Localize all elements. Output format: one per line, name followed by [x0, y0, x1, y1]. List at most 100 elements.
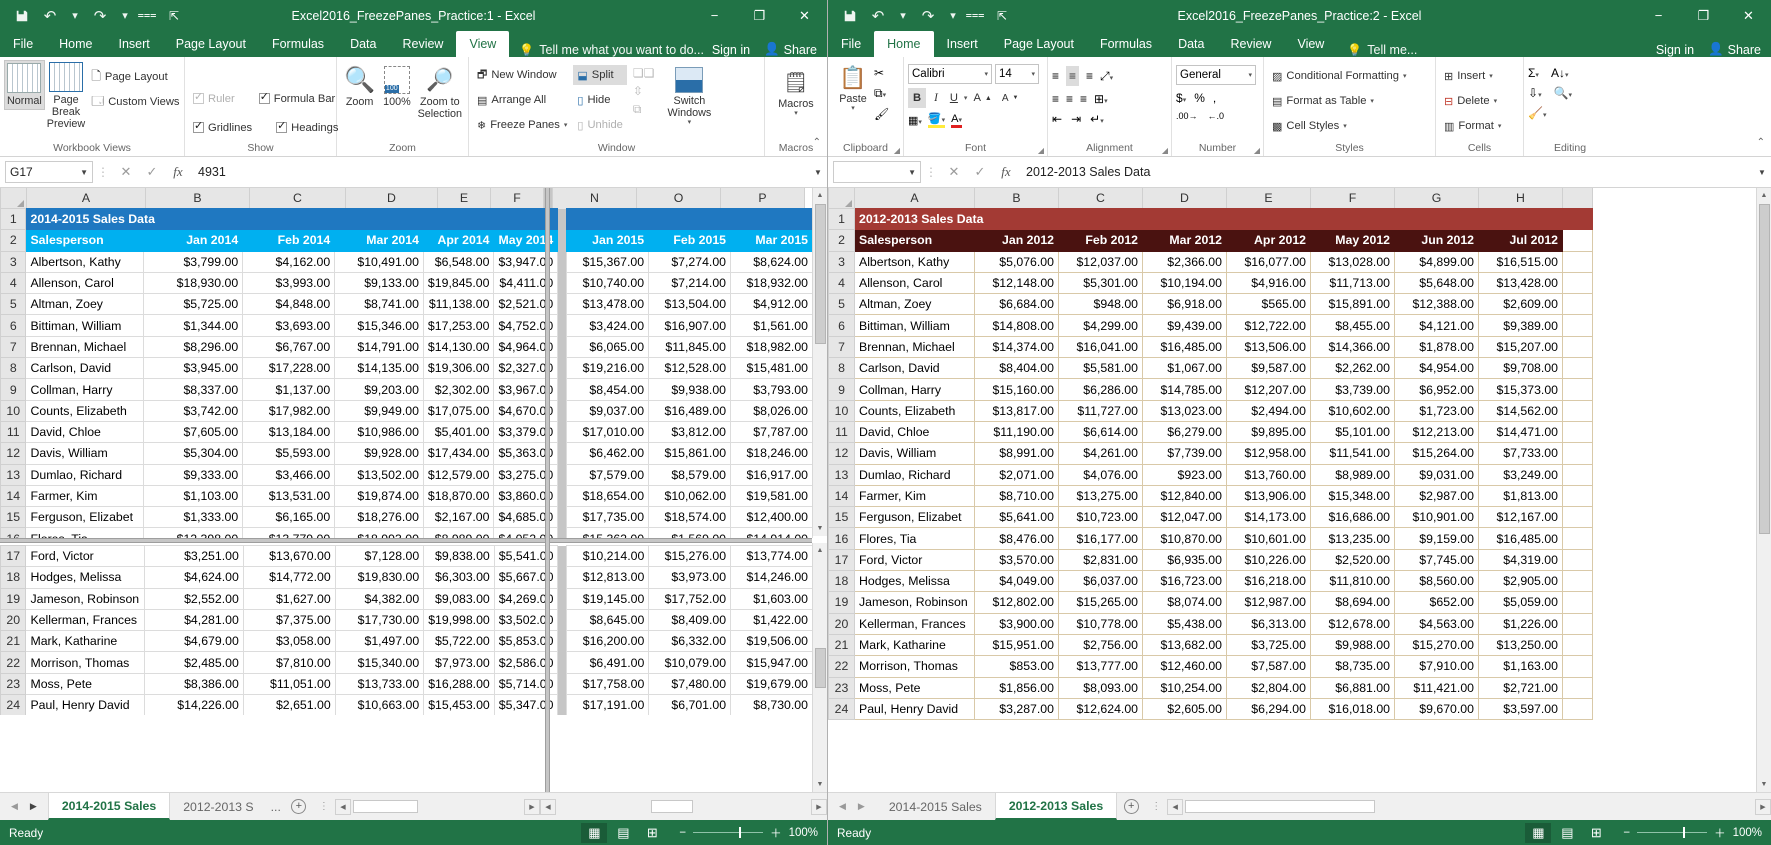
tab-home-left[interactable]: Home: [46, 31, 105, 57]
grid-cell[interactable]: $8,026.00: [731, 400, 813, 421]
hscroll-left-arrow-pane1-left[interactable]: ◀: [335, 799, 351, 815]
grid-cell[interactable]: $1,603.00: [731, 588, 813, 609]
table-row[interactable]: 7Brennan, Michael$14,374.00$16,041.00$16…: [829, 336, 1593, 357]
sheet-tab-2014-2015-right[interactable]: 2014-2015 Sales: [876, 793, 995, 820]
grid-cell[interactable]: $1,561.00: [731, 315, 813, 336]
grid-cell[interactable]: Albertson, Kathy: [855, 251, 975, 272]
grid-cell[interactable]: $3,973.00: [649, 567, 731, 588]
format-painter-icon[interactable]: 🖌: [874, 107, 889, 121]
rowhdr[interactable]: 5: [1, 294, 26, 315]
grid-cell[interactable]: $15,362.00: [567, 528, 649, 538]
grid-cell[interactable]: $6,165.00: [243, 507, 335, 528]
grid-cell[interactable]: $8,624.00: [731, 251, 813, 272]
grid-cell[interactable]: Collman, Harry: [26, 379, 144, 400]
grid-cell[interactable]: $19,581.00: [731, 485, 813, 506]
grid-cell[interactable]: $3,251.00: [145, 546, 244, 567]
grid-cell[interactable]: $4,261.00: [1059, 443, 1143, 464]
zoom-level-left[interactable]: 100%: [789, 827, 818, 839]
table-row[interactable]: 8Carlson, David$8,404.00$5,581.00$1,067.…: [829, 358, 1593, 379]
grid-cell[interactable]: $1,813.00: [1479, 485, 1563, 506]
hide-button[interactable]: ▯ Hide: [573, 90, 627, 110]
grid-cell[interactable]: $12,528.00: [649, 358, 731, 379]
grid-cell[interactable]: $15,265.00: [1059, 592, 1143, 613]
grid-cell[interactable]: $14,130.00: [423, 336, 494, 357]
grid-cell[interactable]: $16,917.00: [731, 464, 813, 485]
name-box-right[interactable]: ▼: [833, 161, 921, 183]
table-row[interactable]: 5Altman, Zoey$5,725.00$4,848.00$8,741.00…: [1, 294, 813, 315]
horizontal-scrollbar-pane2-left[interactable]: ◀ ▶: [540, 793, 827, 820]
grid-cell[interactable]: $9,203.00: [335, 379, 424, 400]
grid-cell[interactable]: Morrison, Thomas: [26, 652, 145, 673]
increase-indent-icon[interactable]: ⇥: [1071, 112, 1081, 126]
expand-formula-bar-icon-right[interactable]: ▼: [1753, 168, 1771, 177]
grid-cell[interactable]: $12,460.00: [1143, 656, 1227, 677]
grid-cell[interactable]: $9,083.00: [424, 588, 495, 609]
grid-cell[interactable]: $15,346.00: [335, 315, 424, 336]
sheet-nav-prev-icon-right[interactable]: ◀: [839, 801, 846, 812]
rowhdr[interactable]: 23: [1, 673, 26, 694]
merge-and-center-icon[interactable]: ⊞▾: [1094, 92, 1108, 106]
grid-cell[interactable]: $14,562.00: [1479, 400, 1563, 421]
grid-cell[interactable]: $3,945.00: [144, 358, 243, 379]
scroll-down-arrow-bottom-left[interactable]: ▼: [813, 777, 828, 792]
grid-cell[interactable]: $8,386.00: [145, 673, 244, 694]
grid-cell[interactable]: $3,742.00: [144, 400, 243, 421]
zoom-slider-track-right[interactable]: [1637, 832, 1707, 833]
colhdr-O-left[interactable]: O: [637, 188, 721, 209]
borders-icon[interactable]: ▦▾: [908, 114, 922, 127]
grid-cell[interactable]: $8,645.00: [567, 609, 649, 630]
grid-cell[interactable]: $15,207.00: [1479, 336, 1563, 357]
rowhdr[interactable]: 1: [1, 209, 26, 230]
rowhdr[interactable]: 11: [1, 421, 26, 442]
number-dialog-launcher[interactable]: ◢: [1254, 146, 1260, 155]
tab-insert-right[interactable]: Insert: [934, 31, 991, 57]
table-row[interactable]: 11David, Chloe$7,605.00$13,184.00$10,986…: [1, 421, 813, 442]
grid-cell[interactable]: $19,830.00: [335, 567, 424, 588]
hscroll-right-arrow-pane2-left[interactable]: ▶: [811, 799, 827, 815]
grid-cell[interactable]: $8,476.00: [975, 528, 1059, 549]
grid-cell[interactable]: $2,520.00: [1311, 549, 1395, 570]
grid-cell[interactable]: $12,840.00: [1143, 485, 1227, 506]
tab-file-left[interactable]: File: [0, 31, 46, 57]
save-icon-right[interactable]: [837, 4, 863, 28]
grid-cell[interactable]: $19,845.00: [423, 272, 494, 293]
table-row[interactable]: 15Ferguson, Elizabet$1,333.00$6,165.00$1…: [1, 507, 813, 528]
table-row[interactable]: 17Ford, Victor$3,251.00$13,670.00$7,128.…: [1, 546, 813, 567]
grid-cell[interactable]: Altman, Zoey: [855, 294, 975, 315]
grid-cell[interactable]: $10,601.00: [1227, 528, 1311, 549]
insert-cells-button[interactable]: ⊞ Insert ▾: [1440, 66, 1497, 86]
grid-cell[interactable]: $6,548.00: [423, 251, 494, 272]
grid-cell[interactable]: $9,439.00: [1143, 315, 1227, 336]
grid-cell[interactable]: $8,404.00: [975, 358, 1059, 379]
grid-cell[interactable]: $13,478.00: [567, 294, 649, 315]
grid-cell[interactable]: Ford, Victor: [855, 549, 975, 570]
table-row[interactable]: 5Altman, Zoey$6,684.00$948.00$6,918.00$5…: [829, 294, 1593, 315]
grid-cell[interactable]: $1,422.00: [731, 609, 813, 630]
grid-cell[interactable]: $17,730.00: [335, 609, 424, 630]
sheet-tab-2012-2013-right[interactable]: 2012-2013 Sales: [995, 793, 1117, 820]
grid-cell[interactable]: $3,900.00: [975, 613, 1059, 634]
hscroll-thumb-right[interactable]: [1185, 800, 1375, 813]
sheet-nav-prev-icon-left[interactable]: ◀: [11, 801, 18, 812]
grid-cell[interactable]: $2,721.00: [1479, 677, 1563, 698]
table-row[interactable]: 18Hodges, Melissa$4,624.00$14,772.00$19,…: [1, 567, 813, 588]
sheet-nav-next-icon-right[interactable]: ▶: [858, 801, 865, 812]
table-row[interactable]: 13Dumlao, Richard$2,071.00$4,076.00$923.…: [829, 464, 1593, 485]
grid-cell[interactable]: $11,541.00: [1311, 443, 1395, 464]
gridlines-checkbox[interactable]: Gridlines: [189, 118, 256, 138]
grid-cell[interactable]: $948.00: [1059, 294, 1143, 315]
grid-cell[interactable]: $7,579.00: [567, 464, 649, 485]
grid-cell[interactable]: $10,254.00: [1143, 677, 1227, 698]
grid-cell[interactable]: $17,075.00: [423, 400, 494, 421]
grid-cell[interactable]: $2,485.00: [145, 652, 244, 673]
grid-cell[interactable]: $652.00: [1395, 592, 1479, 613]
grid-cell[interactable]: $12,624.00: [1059, 698, 1143, 719]
colhdr-E-right[interactable]: E: [1227, 188, 1311, 209]
grid-cell[interactable]: $14,914.00: [731, 528, 813, 538]
grid-cell[interactable]: $14,135.00: [335, 358, 424, 379]
hscroll-thumb-pane1-left[interactable]: [353, 800, 418, 813]
table-row[interactable]: 3Albertson, Kathy$3,799.00$4,162.00$10,4…: [1, 251, 813, 272]
column-header-cell[interactable]: Jun 2012: [1395, 230, 1479, 251]
orientation-icon[interactable]: ⤢▾: [1100, 69, 1113, 84]
vertical-scrollbar-top-left[interactable]: ▲ ▼: [812, 188, 827, 536]
